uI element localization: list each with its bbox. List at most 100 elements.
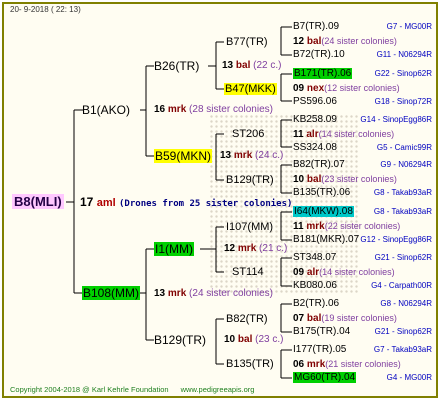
level4-mother-7[interactable]: I177(TR).05	[293, 344, 346, 356]
level4-father-7[interactable]: MG60(TR).04	[293, 372, 357, 384]
level4-ref-mother-1: G22 - Sinop62R	[374, 69, 432, 78]
level4-sisters-3: 10 bal(23 sister colonies)	[293, 173, 397, 186]
father-name: PS596.06	[293, 96, 337, 107]
generation: 13	[222, 60, 234, 71]
mark: bal	[235, 60, 251, 71]
sister-info: (24 sister colonies)	[321, 36, 397, 46]
level3-node-3[interactable]: B129(TR)	[226, 174, 274, 186]
level4-father-6[interactable]: B175(TR).04	[293, 326, 350, 338]
level4-ref-father-5: G4 - Carpath00R	[371, 281, 432, 290]
level2-node-2[interactable]: I1(MM)	[154, 242, 194, 256]
sister-info: (21 sister colonies)	[325, 359, 401, 369]
level4-sisters-2: 11 alr(14 sister colonies)	[293, 128, 394, 141]
level4-sisters-5: 09 alr(14 sister colonies)	[293, 266, 395, 279]
node-name: B1(AKO)	[82, 103, 131, 117]
level3-node-1[interactable]: B47(MKK)	[224, 83, 277, 95]
level4-ref-mother-5: G21 - Sinop62R	[374, 253, 432, 262]
level4-ref-father-3: G8 - Takab93aR	[373, 188, 432, 197]
level2-info-0: 13 bal (22 c.)	[222, 60, 281, 72]
sister-info: (24 sister colonies)	[189, 288, 273, 299]
level4-ref-father-2: G5 - Camic99R	[376, 143, 432, 152]
footer-url-link[interactable]: www.pedigreeapis.org	[181, 385, 255, 394]
level2-node-0[interactable]: B26(TR)	[154, 59, 199, 73]
generation: 09	[293, 83, 305, 94]
node-name: B129(TR)	[154, 333, 207, 347]
level4-sisters-4: 11 mrk(22 sister colonies)	[293, 220, 400, 233]
node-name: B108(MM)	[82, 286, 141, 300]
level4-mother-3[interactable]: B82(TR).07	[293, 159, 345, 171]
mother-name: B171(TR).06	[293, 68, 353, 79]
generation: 16	[154, 104, 166, 115]
mark: mrk	[306, 221, 325, 232]
level1-node-0[interactable]: B1(AKO)	[82, 103, 130, 117]
father-name: KB080.06	[293, 280, 337, 291]
level4-ref-father-1: G18 - Sinop72R	[374, 97, 432, 106]
sister-info: (23 c.)	[255, 334, 284, 345]
level4-ref-father-6: G21 - Sinop62R	[374, 327, 432, 336]
level4-sisters-6: 07 bal(19 sister colonies)	[293, 312, 397, 325]
pedigree-chart: 20- 9-2018 ( 22: 13) B8(MLI) 17 aml (Dro…	[2, 2, 438, 398]
sister-info: (21 c.)	[259, 243, 288, 254]
level4-father-5[interactable]: KB080.06	[293, 280, 337, 292]
node-name: ST114	[232, 266, 264, 278]
mother-name: I177(TR).05	[293, 344, 347, 355]
generation: 13	[154, 288, 166, 299]
level4-ref-father-4: G12 - SinopEgg86R	[360, 235, 432, 244]
level4-mother-5[interactable]: ST348.07	[293, 252, 336, 264]
generation: 11	[293, 221, 304, 232]
level4-sisters-1: 09 nex(12 sister colonies)	[293, 82, 400, 95]
footer-copyright: Copyright 2004-2018 @ Karl Kehrle Founda…	[10, 385, 169, 394]
mark: bal	[306, 36, 322, 47]
level3-node-6[interactable]: B82(TR)	[226, 313, 268, 325]
level4-ref-mother-3: G9 - N06294R	[380, 160, 432, 169]
level3-node-4[interactable]: I107(MM)	[226, 221, 273, 233]
root-queen[interactable]: B8(MLI)	[12, 194, 64, 209]
node-name: B82(TR)	[226, 313, 268, 325]
level3-node-5[interactable]: ST114	[232, 266, 264, 278]
root-generation: 17	[80, 195, 94, 209]
level4-ref-father-7: G4 - MG00R	[386, 373, 432, 382]
level3-node-7[interactable]: B135(TR)	[226, 358, 274, 370]
node-name: B77(TR)	[226, 36, 268, 48]
sister-info: (22 sister colonies)	[324, 221, 401, 231]
mark: mrk	[167, 288, 187, 299]
level4-mother-2[interactable]: KB258.09	[293, 114, 337, 126]
root-name: B8(MLI)	[12, 194, 64, 209]
node-name: B47(MKK)	[224, 83, 277, 95]
father-name: B135(TR).06	[293, 187, 351, 198]
level2-node-1[interactable]: B59(MKN)	[154, 149, 213, 163]
level3-node-2[interactable]: ST206	[232, 128, 264, 140]
level4-father-2[interactable]: SS324.08	[293, 142, 337, 154]
father-name: B72(TR).10	[293, 49, 345, 60]
mark: bal	[237, 334, 253, 345]
mark: mrk	[306, 359, 326, 370]
node-name: B26(TR)	[154, 59, 200, 73]
level2-node-3[interactable]: B129(TR)	[154, 333, 206, 347]
level4-father-1[interactable]: PS596.06	[293, 96, 337, 108]
level4-mother-0[interactable]: B7(TR).09	[293, 21, 339, 33]
sister-info: (23 sister colonies)	[321, 174, 397, 184]
node-name: ST206	[232, 128, 265, 140]
generation: 10	[224, 334, 236, 345]
node-name: B135(TR)	[226, 358, 274, 370]
level1-node-1[interactable]: B108(MM)	[82, 286, 141, 300]
root-mark: aml	[96, 197, 116, 209]
level4-mother-1[interactable]: B171(TR).06	[293, 68, 353, 80]
level4-father-0[interactable]: B72(TR).10	[293, 49, 345, 61]
mark: mrk	[237, 243, 257, 254]
level3-node-0[interactable]: B77(TR)	[226, 36, 268, 48]
footer: Copyright 2004-2018 @ Karl Kehrle Founda…	[10, 385, 254, 394]
level1-info-0: 16 mrk (28 sister colonies)	[154, 104, 273, 116]
level2-info-1: 13 mrk (24 c.)	[220, 150, 283, 162]
sister-info: (14 sister colonies)	[319, 267, 395, 277]
generation: 12	[224, 243, 236, 254]
generation: 13	[220, 150, 232, 161]
level4-father-3[interactable]: B135(TR).06	[293, 187, 350, 199]
generation: 07	[293, 313, 305, 324]
mark: bal	[306, 174, 322, 185]
level4-father-4[interactable]: B181(MKR).07	[293, 234, 359, 246]
mother-name: ST348.07	[293, 252, 337, 263]
level4-mother-6[interactable]: B2(TR).06	[293, 298, 339, 310]
level4-mother-4[interactable]: I64(MKW).08	[293, 206, 354, 218]
root-drones-info: (Drones from 25 sister colonies)	[119, 199, 293, 209]
